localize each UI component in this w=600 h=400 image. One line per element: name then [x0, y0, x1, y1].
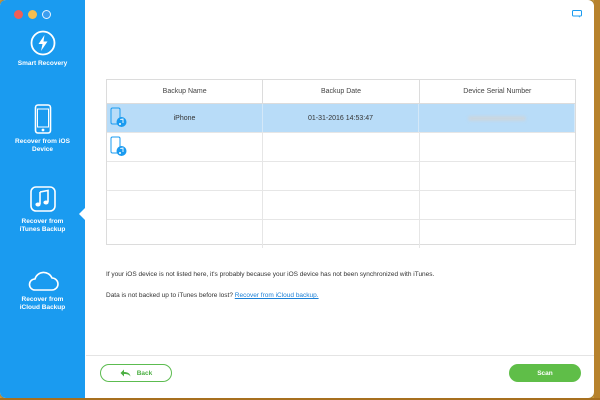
- sidebar-item-label: Recover from iCloud Backup: [19, 296, 66, 311]
- scan-button[interactable]: Scan: [509, 364, 581, 382]
- table-cell-serial: [419, 104, 575, 132]
- table-row-empty: [107, 162, 575, 191]
- table-row-empty: [107, 191, 575, 220]
- active-item-pointer: [79, 208, 85, 220]
- empty-cell: [107, 191, 264, 219]
- back-button-label: Back: [136, 369, 153, 377]
- feedback-icon[interactable]: [572, 10, 582, 18]
- empty-cell: [107, 220, 264, 248]
- table-row-empty: [107, 220, 575, 248]
- column-header-backup-date[interactable]: Backup Date: [263, 80, 420, 103]
- table-row[interactable]: [107, 133, 575, 162]
- empty-cell: [420, 162, 575, 190]
- table-cell-name: [107, 133, 264, 161]
- cloud-icon: [28, 271, 59, 291]
- sidebar-item-label: Recover from iOS Device: [15, 138, 70, 153]
- sidebar-item-ios-device[interactable]: Recover from iOS Device: [0, 104, 85, 154]
- back-button[interactable]: Back: [100, 364, 172, 382]
- column-header-serial-number[interactable]: Device Serial Number: [420, 80, 575, 103]
- not-listed-message: If your iOS device is not listed here, i…: [106, 271, 435, 278]
- iphone-backup-icon: [110, 107, 127, 127]
- table-cell-serial: [420, 133, 575, 161]
- empty-cell: [107, 162, 264, 190]
- empty-cell: [263, 220, 420, 248]
- table-header: Backup Name Backup Date Device Serial Nu…: [107, 80, 575, 104]
- sidebar-item-itunes-backup[interactable]: Recover from iTunes Backup: [0, 186, 85, 234]
- sidebar-item-label: Smart Recovery: [17, 60, 68, 67]
- backup-name-text: iPhone: [173, 114, 196, 122]
- zoom-window-button[interactable]: [42, 10, 51, 19]
- scan-button-label: Scan: [537, 369, 553, 377]
- table-cell-name: iPhone: [107, 104, 263, 132]
- lightning-icon: [30, 30, 55, 56]
- sidebar-item-icloud-backup[interactable]: Recover from iCloud Backup: [0, 270, 85, 312]
- table-cell-date: [263, 133, 420, 161]
- redacted-serial: [467, 115, 526, 121]
- not-backed-text: Data is not backed up to iTunes before l…: [106, 292, 233, 299]
- empty-cell: [263, 162, 420, 190]
- music-note-icon: [29, 186, 56, 212]
- backup-date-text: 01-31-2016 14:53:47: [308, 114, 373, 122]
- footer-divider: [86, 355, 594, 356]
- phone-icon: [34, 104, 51, 134]
- column-header-backup-name[interactable]: Backup Name: [107, 80, 264, 103]
- sidebar: Smart Recovery Recover from iOS Device R…: [0, 0, 85, 398]
- window-controls: [14, 10, 51, 19]
- iphone-backup-icon: [110, 136, 127, 156]
- not-backed-message: Data is not backed up to iTunes before l…: [106, 292, 319, 299]
- back-arrow-icon: [120, 369, 131, 377]
- minimize-window-button[interactable]: [28, 10, 37, 19]
- table-row[interactable]: iPhone 01-31-2016 14:53:47: [107, 104, 575, 133]
- empty-cell: [420, 191, 575, 219]
- empty-cell: [263, 191, 420, 219]
- recover-icloud-link[interactable]: Recover from iCloud backup.: [235, 292, 319, 299]
- app-window: Smart Recovery Recover from iOS Device R…: [0, 0, 594, 398]
- sidebar-item-smart-recovery[interactable]: Smart Recovery: [0, 30, 85, 68]
- sidebar-item-label: Recover from iTunes Backup: [19, 218, 66, 233]
- backup-table: Backup Name Backup Date Device Serial Nu…: [106, 79, 576, 248]
- empty-cell: [420, 220, 575, 248]
- close-window-button[interactable]: [14, 10, 23, 19]
- desktop-background: [594, 0, 600, 400]
- table-cell-date: 01-31-2016 14:53:47: [263, 104, 419, 132]
